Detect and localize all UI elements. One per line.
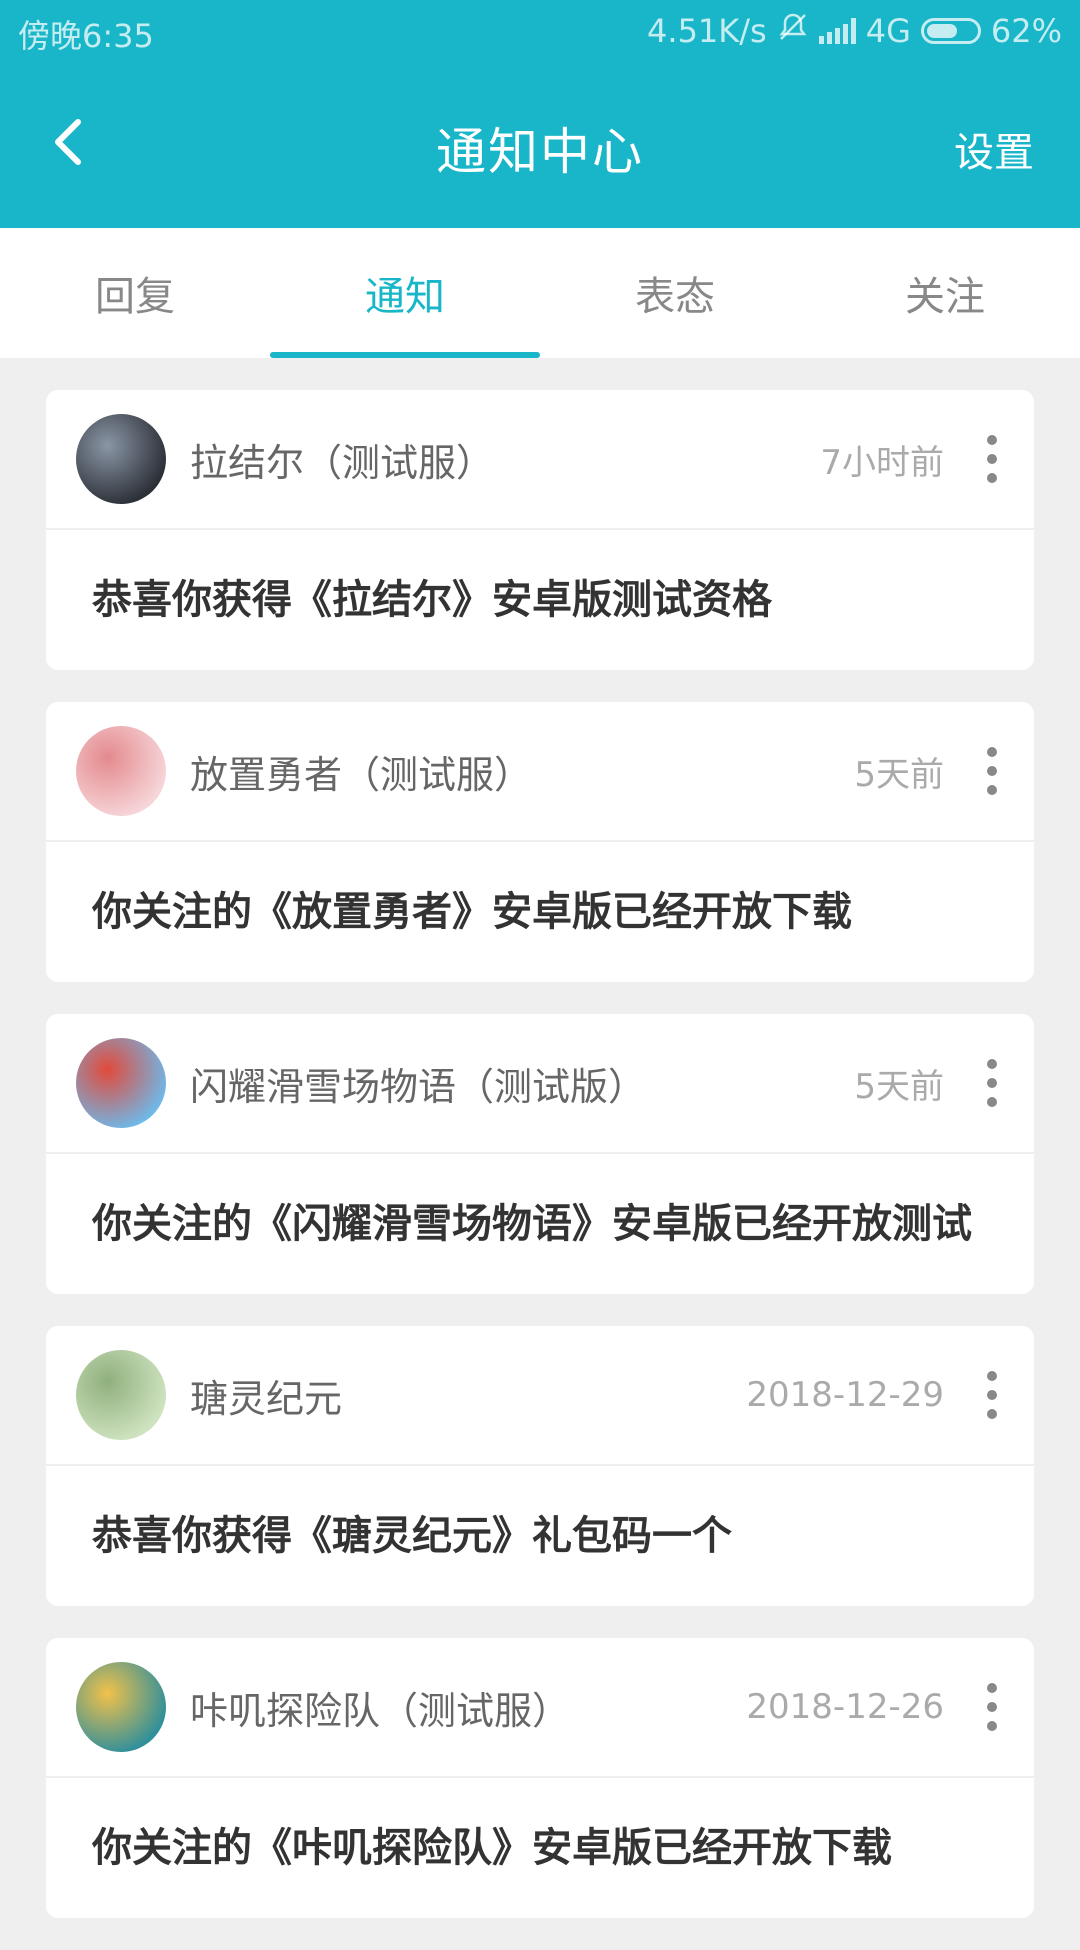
notification-message[interactable]: 恭喜你获得《拉结尔》安卓版测试资格 xyxy=(46,530,1034,670)
network-speed: 4.51K/s xyxy=(647,12,767,50)
game-name[interactable]: 拉结尔（测试服） xyxy=(190,432,820,487)
battery-percent: 62% xyxy=(990,12,1062,50)
mute-bell-icon xyxy=(777,11,809,51)
notification-time: 2018-12-26 xyxy=(746,1687,944,1727)
notification-card[interactable]: 瑭灵纪元 2018-12-29 恭喜你获得《瑭灵纪元》礼包码一个 xyxy=(46,1326,1034,1606)
card-header: 拉结尔（测试服） 7小时前 xyxy=(46,390,1034,530)
more-options-icon[interactable] xyxy=(980,741,1004,801)
notification-card[interactable]: 咔叽探险队（测试服） 2018-12-26 你关注的《咔叽探险队》安卓版已经开放… xyxy=(46,1638,1034,1918)
notification-time: 2018-12-29 xyxy=(746,1375,944,1415)
game-avatar[interactable] xyxy=(76,1038,166,1128)
tab-reaction[interactable]: 表态 xyxy=(540,228,810,358)
game-avatar[interactable] xyxy=(76,1350,166,1440)
game-avatar[interactable] xyxy=(76,1662,166,1752)
card-header: 瑭灵纪元 2018-12-29 xyxy=(46,1326,1034,1466)
notification-message[interactable]: 你关注的《咔叽探险队》安卓版已经开放下载 xyxy=(46,1778,1034,1918)
settings-button[interactable]: 设置 xyxy=(954,120,1034,178)
notification-time: 5天前 xyxy=(854,754,944,795)
notification-card[interactable]: 放置勇者（测试服） 5天前 你关注的《放置勇者》安卓版已经开放下载 xyxy=(46,702,1034,982)
app-bar: 通知中心 设置 xyxy=(0,60,1080,228)
game-avatar[interactable] xyxy=(76,414,166,504)
notification-card[interactable]: 闪耀滑雪场物语（测试版） 5天前 你关注的《闪耀滑雪场物语》安卓版已经开放测试 xyxy=(46,1014,1034,1294)
card-header: 咔叽探险队（测试服） 2018-12-26 xyxy=(46,1638,1034,1778)
status-time: 傍晚6:35 xyxy=(18,17,154,55)
notification-message[interactable]: 你关注的《放置勇者》安卓版已经开放下载 xyxy=(46,842,1034,982)
battery-icon xyxy=(920,18,981,44)
card-header: 放置勇者（测试服） 5天前 xyxy=(46,702,1034,842)
notification-time: 5天前 xyxy=(854,1066,944,1107)
notification-list: 拉结尔（测试服） 7小时前 恭喜你获得《拉结尔》安卓版测试资格 放置勇者（测试服… xyxy=(46,390,1034,1950)
game-name[interactable]: 放置勇者（测试服） xyxy=(190,744,854,799)
notification-card[interactable]: 拉结尔（测试服） 7小时前 恭喜你获得《拉结尔》安卓版测试资格 xyxy=(46,390,1034,670)
game-name[interactable]: 咔叽探险队（测试服） xyxy=(190,1680,746,1735)
more-options-icon[interactable] xyxy=(980,429,1004,489)
more-options-icon[interactable] xyxy=(980,1053,1004,1113)
page-title: 通知中心 xyxy=(436,123,644,181)
tab-bar: 回复 通知 表态 关注 xyxy=(0,228,1080,358)
notification-time: 7小时前 xyxy=(820,442,944,483)
more-options-icon[interactable] xyxy=(980,1677,1004,1737)
game-avatar[interactable] xyxy=(76,726,166,816)
game-name[interactable]: 瑭灵纪元 xyxy=(190,1368,746,1423)
status-bar: 傍晚6:35 4.51K/s 4G 62% xyxy=(0,0,1080,60)
card-header: 闪耀滑雪场物语（测试版） 5天前 xyxy=(46,1014,1034,1154)
tab-reply[interactable]: 回复 xyxy=(0,228,270,358)
status-right: 4.51K/s 4G 62% xyxy=(647,11,1062,51)
network-type: 4G xyxy=(865,12,911,50)
notification-message[interactable]: 恭喜你获得《瑭灵纪元》礼包码一个 xyxy=(46,1466,1034,1606)
notification-message[interactable]: 你关注的《闪耀滑雪场物语》安卓版已经开放测试 xyxy=(46,1154,1034,1294)
signal-icon xyxy=(818,18,856,44)
battery-fill xyxy=(926,24,957,38)
more-options-icon[interactable] xyxy=(980,1365,1004,1425)
tab-notification[interactable]: 通知 xyxy=(270,228,540,358)
game-name[interactable]: 闪耀滑雪场物语（测试版） xyxy=(190,1056,854,1111)
tab-follow[interactable]: 关注 xyxy=(810,228,1080,358)
